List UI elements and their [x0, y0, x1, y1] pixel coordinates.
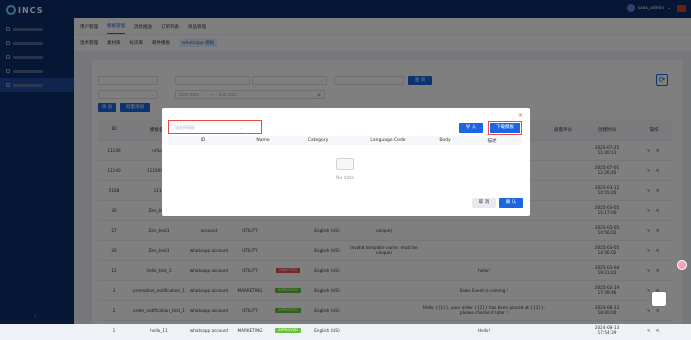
confirm-button[interactable]: 确 认 [499, 198, 523, 208]
modal-col-2: Category [288, 136, 348, 145]
status-badge: APPROVED [275, 328, 301, 334]
modal-col-1: Name [238, 136, 288, 145]
modal-col-5: 描述 [462, 136, 522, 145]
template-select[interactable]: 请选择模板 ⌄ [168, 120, 262, 134]
modal-col-0: ID [168, 136, 238, 145]
empty-state: No data [168, 146, 522, 192]
import-button[interactable]: 导 入 [459, 123, 483, 133]
chevron-down-icon: ⌄ [239, 125, 243, 130]
modal-col-4: Body [428, 136, 462, 145]
empty-box-icon [336, 158, 354, 170]
download-template-button[interactable]: 下载模板 [488, 121, 522, 135]
chat-icon[interactable] [652, 292, 666, 306]
modal-col-3: Language Code [348, 136, 428, 145]
modal-table: ID Name Category Language Code Body 描述 [168, 136, 522, 145]
import-template-dialog: × 请选择模板 ⌄ 导 入 下载模板 ID Name Category Languag… [162, 108, 530, 216]
created-time: 17:54:39 [597, 330, 617, 336]
close-icon[interactable]: × [518, 112, 523, 119]
modal-table-header-row: ID Name Category Language Code Body 描述 [168, 136, 522, 145]
empty-text: No data [336, 176, 354, 181]
assistant-chip-icon[interactable] [677, 260, 687, 270]
cancel-button[interactable]: 取 消 [472, 198, 496, 208]
